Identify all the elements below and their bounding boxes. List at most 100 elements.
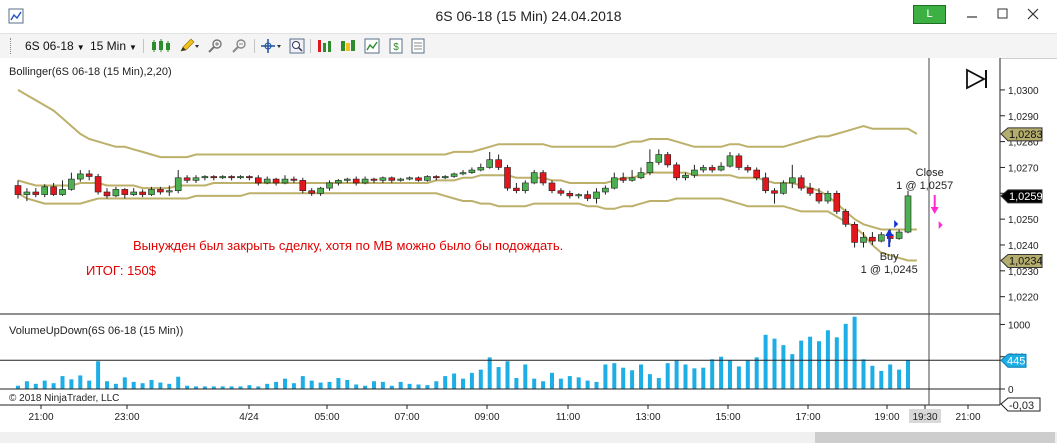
volume-bar[interactable]	[149, 379, 154, 389]
volume-bar[interactable]	[416, 384, 421, 389]
volume-bar[interactable]	[407, 383, 412, 389]
volume-bar[interactable]	[532, 378, 537, 389]
entry-detail[interactable]: 1 @ 1,0245	[861, 264, 918, 276]
volume-bar[interactable]	[906, 360, 910, 389]
volume-bar[interactable]	[113, 383, 118, 389]
volume-bar[interactable]	[167, 383, 172, 389]
volume-bar[interactable]	[469, 372, 474, 389]
volume-bar[interactable]	[603, 364, 608, 389]
result-annotation[interactable]: ИТОГ: 150$	[86, 263, 157, 278]
volume-bar[interactable]	[888, 364, 893, 389]
candle[interactable]	[735, 153, 743, 171]
zoom-in-icon[interactable]	[207, 38, 223, 54]
volume-bar[interactable]	[781, 345, 786, 389]
toolbar-grip[interactable]	[10, 38, 14, 54]
volume-bar[interactable]	[122, 377, 127, 389]
candle[interactable]	[833, 190, 841, 214]
volume-bar[interactable]	[158, 382, 163, 389]
volume-bar[interactable]	[790, 354, 795, 389]
volume-bar[interactable]	[825, 330, 830, 389]
volume-bar[interactable]	[612, 363, 617, 389]
properties-icon[interactable]	[410, 38, 426, 54]
volume-bar[interactable]	[639, 364, 643, 389]
order-entry-icon[interactable]: $	[388, 38, 404, 54]
volume-bar[interactable]	[558, 378, 563, 389]
volume-bar[interactable]	[870, 365, 875, 389]
volume-bar[interactable]	[487, 357, 492, 389]
volume-bar[interactable]	[496, 367, 501, 389]
volume-bar[interactable]	[843, 323, 848, 389]
volume-bar[interactable]	[425, 385, 430, 389]
volume-bar[interactable]	[461, 378, 465, 389]
volume-bar[interactable]	[105, 381, 109, 389]
volume-bar[interactable]	[505, 361, 510, 389]
exit-label[interactable]: Close	[916, 167, 944, 179]
volume-bar[interactable]	[78, 375, 83, 389]
volume-indicator-label[interactable]: VolumeUpDown(6S 06-18 (15 Min))	[9, 325, 183, 337]
volume-bar[interactable]	[300, 376, 305, 389]
volume-bar[interactable]	[318, 382, 323, 389]
bollinger-indicator-label[interactable]: Bollinger(6S 06-18 (15 Min),2,20)	[9, 66, 172, 78]
interval-selector[interactable]: 15 Min ▼	[90, 38, 137, 54]
volume-bar[interactable]	[69, 379, 74, 389]
volume-bar[interactable]	[772, 338, 777, 389]
magnifier-icon[interactable]	[289, 38, 305, 54]
candle[interactable]	[504, 164, 511, 191]
pencil-draw-icon[interactable]	[178, 38, 200, 54]
candle[interactable]	[299, 177, 307, 194]
instrument-selector[interactable]: 6S 06-18 ▼	[25, 38, 85, 54]
volume-bar[interactable]	[140, 383, 145, 389]
volume-bar[interactable]	[309, 380, 314, 389]
zoom-out-icon[interactable]	[231, 38, 247, 54]
volume-bar[interactable]	[701, 367, 706, 389]
volume-bar[interactable]	[42, 380, 47, 389]
volume-bar[interactable]	[283, 378, 287, 389]
volume-bar[interactable]	[265, 383, 270, 389]
volume-bar[interactable]	[380, 381, 385, 389]
volume-bar[interactable]	[51, 383, 56, 389]
chart-properties-icon[interactable]	[364, 38, 380, 54]
volume-bar[interactable]	[674, 360, 679, 389]
volume-bar[interactable]	[96, 361, 101, 389]
price-chart[interactable]: 1,03001,02901,02801,02701,02601,02501,02…	[0, 58, 1057, 443]
volume-bar[interactable]	[131, 381, 136, 389]
entry-label[interactable]: Buy	[880, 251, 899, 263]
volume-bar[interactable]	[478, 369, 483, 389]
candle[interactable]	[94, 173, 102, 195]
volume-bar[interactable]	[585, 380, 590, 389]
data-series-icon[interactable]	[316, 38, 332, 54]
volume-bar[interactable]	[247, 385, 252, 389]
volume-bar[interactable]	[291, 383, 296, 389]
volume-bar[interactable]	[567, 376, 572, 389]
volume-bar[interactable]	[710, 359, 715, 389]
candle[interactable]	[664, 151, 672, 168]
minimize-icon[interactable]	[964, 6, 980, 22]
volume-bar[interactable]	[514, 378, 519, 389]
volume-bar[interactable]	[808, 336, 813, 389]
crosshair-icon[interactable]	[260, 38, 282, 54]
volume-bar[interactable]	[763, 334, 768, 389]
volume-bar[interactable]	[452, 373, 457, 389]
link-indicator-button[interactable]: L	[913, 5, 946, 24]
exit-detail[interactable]: 1 @ 1,0257	[896, 180, 953, 192]
volume-bar[interactable]	[630, 370, 635, 389]
volume-bar[interactable]	[754, 357, 759, 389]
volume-bar[interactable]	[897, 369, 902, 389]
volume-bar[interactable]	[621, 367, 626, 389]
volume-bar[interactable]	[33, 383, 38, 389]
volume-bar[interactable]	[692, 368, 697, 389]
volume-bar[interactable]	[523, 364, 528, 389]
close-icon[interactable]	[1025, 6, 1041, 22]
volume-bar[interactable]	[656, 378, 661, 389]
candle[interactable]	[842, 208, 850, 227]
volume-bar[interactable]	[24, 381, 29, 389]
candle[interactable]	[904, 190, 912, 234]
candlestick-style-icon[interactable]	[150, 38, 172, 54]
volume-bar[interactable]	[576, 377, 581, 389]
maximize-icon[interactable]	[994, 6, 1010, 22]
candle[interactable]	[673, 162, 680, 181]
annotation-text[interactable]: Вынужден был закрыть сделку, хотя по МВ …	[133, 238, 563, 253]
volume-bar[interactable]	[861, 359, 866, 389]
candle[interactable]	[539, 170, 547, 186]
volume-bar[interactable]	[647, 374, 652, 389]
